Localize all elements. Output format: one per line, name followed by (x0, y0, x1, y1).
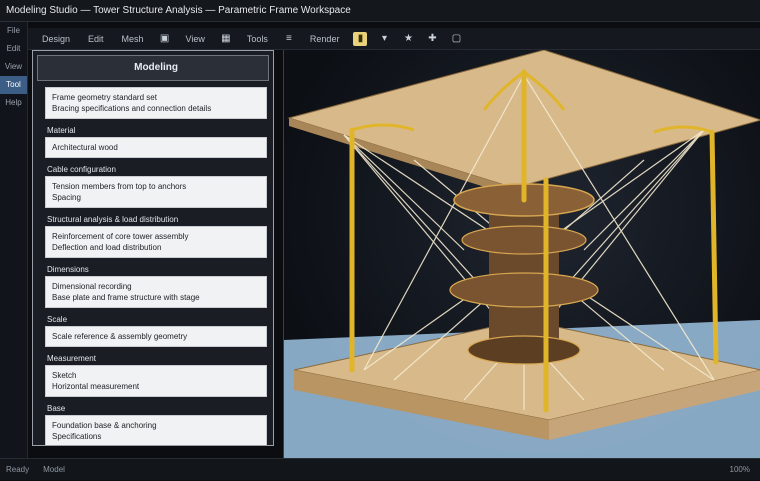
section-card-3[interactable]: Reinforcement of core tower assembly Def… (45, 226, 267, 258)
card-line: Scale reference & assembly geometry (52, 332, 188, 341)
card-line: Sketch (52, 371, 77, 380)
section-title: Base (47, 404, 66, 413)
rail-item-tool[interactable]: Tool (0, 76, 27, 94)
rail-item-edit[interactable]: Edit (0, 40, 27, 58)
layers-icon[interactable]: ≡ (282, 32, 296, 46)
properties-panel: Modeling Frame geometry standard set Bra… (32, 50, 274, 446)
rail-item-file[interactable]: File (0, 22, 27, 40)
pin-icon[interactable]: ▮ (353, 31, 368, 46)
status-left: Ready (6, 465, 30, 474)
section-title: Scale (47, 315, 68, 324)
card-line: Specifications (52, 432, 102, 441)
grid-icon[interactable]: ▦ (219, 32, 233, 46)
toolbar-design[interactable]: Design (38, 31, 74, 47)
toolbar-render[interactable]: Render (306, 31, 344, 47)
section-card-0[interactable]: Frame geometry standard set Bracing spec… (45, 87, 267, 119)
card-line: Dimensional recording (52, 282, 132, 291)
zoom-level[interactable]: 100% (730, 459, 760, 480)
section-card-5[interactable]: Scale reference & assembly geometry (45, 326, 267, 347)
section-title: Dimensions (47, 265, 89, 274)
toolbar: Design Edit Mesh ▣ View ▦ Tools ≡ Render… (28, 28, 760, 50)
status-mid: Model (43, 465, 65, 474)
section-title: Measurement (47, 354, 96, 363)
cursor-icon[interactable]: ▾ (377, 32, 391, 46)
select-icon[interactable]: ▢ (449, 32, 463, 46)
window-title: Modeling Studio — Tower Structure Analys… (0, 0, 760, 22)
card-line: Reinforcement of core tower assembly (52, 232, 189, 241)
toolbar-edit[interactable]: Edit (84, 31, 108, 47)
card-line: Architectural wood (52, 143, 118, 152)
section-card-2[interactable]: Tension members from top to anchors Spac… (45, 176, 267, 208)
card-line: Tension members from top to anchors (52, 182, 187, 191)
rail-item-help[interactable]: Help (0, 94, 27, 112)
section-title: Cable configuration (47, 165, 116, 174)
section-card-7[interactable]: Foundation base & anchoring Specificatio… (45, 415, 267, 445)
card-line: Bracing specifications and connection de… (52, 104, 212, 113)
brush-icon[interactable]: ★ (401, 32, 415, 46)
section-title: Structural analysis & load distribution (47, 215, 179, 224)
display-icon[interactable]: ▣ (158, 32, 172, 46)
card-line: Horizontal measurement (52, 382, 140, 391)
toolbar-mesh[interactable]: Mesh (118, 31, 148, 47)
section-card-4[interactable]: Dimensional recording Base plate and fra… (45, 276, 267, 308)
card-line: Base plate and frame structure with stag… (52, 293, 200, 302)
card-line: Foundation base & anchoring (52, 421, 157, 430)
toolbar-tools[interactable]: Tools (243, 31, 272, 47)
left-rail: File Edit View Tool Help (0, 22, 28, 458)
section-card-6[interactable]: Sketch Horizontal measurement (45, 365, 267, 397)
card-line: Deflection and load distribution (52, 243, 162, 252)
toolbar-view[interactable]: View (182, 31, 209, 47)
section-card-1[interactable]: Architectural wood (45, 137, 267, 158)
card-line: Spacing (52, 193, 81, 202)
rail-item-view[interactable]: View (0, 58, 27, 76)
3d-viewport[interactable] (283, 50, 760, 458)
status-bar: Ready Model 100% (0, 458, 760, 480)
card-line: Frame geometry standard set (52, 93, 157, 102)
tower-model-render (284, 50, 760, 458)
section-title: Material (47, 126, 76, 135)
move-icon[interactable]: ✚ (425, 32, 439, 46)
panel-header: Modeling (37, 55, 269, 81)
